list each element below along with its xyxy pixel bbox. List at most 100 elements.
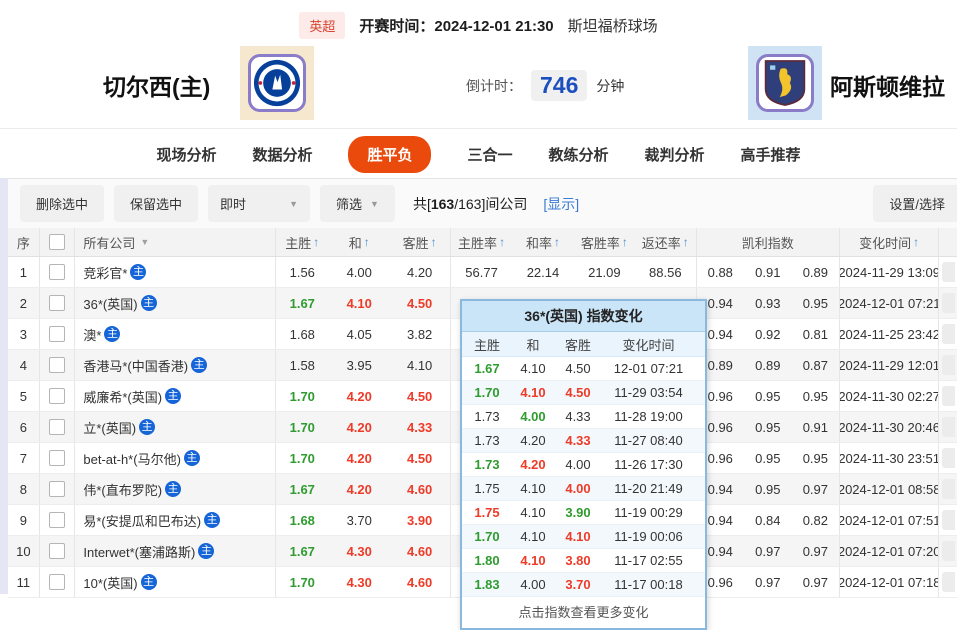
row-action-button[interactable] (942, 355, 956, 375)
popup-odds-cell[interactable]: 4.20 (512, 457, 554, 472)
popup-odds-cell[interactable]: 4.10 (512, 553, 554, 568)
odds-cell[interactable]: 1.68 (276, 505, 329, 535)
row-action-button[interactable] (942, 479, 956, 499)
tab-5[interactable]: 教练分析 (549, 144, 609, 165)
odds-cell[interactable]: 4.30 (329, 536, 389, 566)
tab-6[interactable]: 裁判分析 (645, 144, 705, 165)
column-header-3[interactable]: 所有公司 ▼ (75, 228, 276, 256)
tab-1[interactable]: 现场分析 (156, 144, 216, 165)
row-action-button[interactable] (942, 541, 956, 561)
popup-odds-cell[interactable]: 1.70 (462, 529, 512, 544)
odds-cell[interactable]: 1.68 (276, 319, 329, 349)
column-header-5[interactable]: 和 ↑ (329, 228, 389, 256)
popup-odds-cell[interactable]: 1.73 (462, 433, 512, 448)
column-header-10[interactable]: 返还率 ↑ (635, 228, 697, 256)
row-checkbox[interactable] (49, 326, 66, 342)
row-action-button[interactable] (942, 448, 956, 468)
company-cell[interactable]: Interwet*(塞浦路斯) 主 (75, 536, 276, 566)
popup-odds-cell[interactable]: 1.67 (462, 361, 512, 376)
odds-cell[interactable]: 4.60 (389, 536, 451, 566)
company-cell[interactable]: 10*(英国) 主 (75, 567, 276, 597)
odds-cell[interactable]: 4.00 (329, 257, 389, 287)
popup-odds-cell[interactable]: 4.00 (512, 577, 554, 592)
odds-cell[interactable]: 1.70 (276, 443, 329, 473)
popup-odds-cell[interactable]: 4.10 (512, 505, 554, 520)
popup-odds-cell[interactable]: 4.50 (554, 385, 602, 400)
row-action-button[interactable] (942, 572, 956, 592)
row-checkbox[interactable] (49, 264, 66, 280)
column-header-7[interactable]: 主胜率 ↑ (451, 228, 512, 256)
company-cell[interactable]: bet-at-h*(马尔他) 主 (75, 443, 276, 473)
row-action-button[interactable] (942, 324, 956, 344)
select-all-checkbox[interactable] (49, 234, 66, 250)
popup-odds-cell[interactable]: 4.10 (512, 385, 554, 400)
tab-2[interactable]: 数据分析 (252, 144, 312, 165)
popup-odds-cell[interactable]: 1.75 (462, 505, 512, 520)
odds-cell[interactable]: 4.33 (389, 412, 451, 442)
column-header-6[interactable]: 客胜 ↑ (389, 228, 451, 256)
odds-cell[interactable]: 4.60 (389, 474, 451, 504)
odds-cell[interactable]: 3.90 (389, 505, 451, 535)
odds-cell[interactable]: 4.30 (329, 567, 389, 597)
popup-odds-cell[interactable]: 4.00 (554, 481, 602, 496)
popup-odds-cell[interactable]: 4.00 (512, 409, 554, 424)
row-action-button[interactable] (942, 262, 956, 282)
odds-cell[interactable]: 4.20 (389, 257, 451, 287)
instant-dropdown[interactable]: 即时 ▼ (208, 185, 311, 222)
company-cell[interactable]: 威廉希*(英国) 主 (75, 381, 276, 411)
odds-cell[interactable]: 4.50 (389, 381, 451, 411)
popup-odds-cell[interactable]: 1.83 (462, 577, 512, 592)
row-checkbox[interactable] (49, 388, 66, 404)
column-header-12[interactable]: 变化时间 ↑ (840, 228, 940, 256)
odds-cell[interactable]: 4.20 (329, 381, 389, 411)
company-cell[interactable]: 易*(安提瓜和巴布达) 主 (75, 505, 276, 535)
popup-odds-cell[interactable]: 1.70 (462, 385, 512, 400)
popup-odds-cell[interactable]: 1.73 (462, 457, 512, 472)
tab-4[interactable]: 三合一 (467, 144, 512, 165)
keep-selected-button[interactable]: 保留选中 (114, 185, 199, 222)
row-checkbox[interactable] (49, 419, 66, 435)
row-action-button[interactable] (942, 293, 956, 313)
company-cell[interactable]: 伟*(直布罗陀) 主 (75, 474, 276, 504)
delete-selected-button[interactable]: 删除选中 (20, 185, 105, 222)
odds-cell[interactable]: 4.10 (329, 288, 389, 318)
odds-cell[interactable]: 4.20 (329, 412, 389, 442)
company-cell[interactable]: 36*(英国) 主 (75, 288, 276, 318)
row-action-button[interactable] (942, 386, 956, 406)
odds-cell[interactable]: 4.50 (389, 443, 451, 473)
row-checkbox[interactable] (49, 512, 66, 528)
company-cell[interactable]: 竞彩官* 主 (75, 257, 276, 287)
tab-7[interactable]: 高手推荐 (741, 144, 801, 165)
odds-cell[interactable]: 4.05 (329, 319, 389, 349)
company-cell[interactable]: 香港马*(中国香港) 主 (75, 350, 276, 380)
odds-cell[interactable]: 1.70 (276, 567, 329, 597)
odds-cell[interactable]: 3.95 (329, 350, 389, 380)
popup-odds-cell[interactable]: 4.10 (512, 481, 554, 496)
popup-odds-cell[interactable]: 1.73 (462, 409, 512, 424)
column-header-2[interactable] (40, 228, 76, 256)
row-checkbox[interactable] (49, 481, 66, 497)
odds-cell[interactable]: 1.67 (276, 474, 329, 504)
odds-cell[interactable]: 1.67 (276, 288, 329, 318)
popup-odds-cell[interactable]: 4.20 (512, 433, 554, 448)
column-header-4[interactable]: 主胜 ↑ (276, 228, 329, 256)
odds-cell[interactable]: 4.10 (389, 350, 451, 380)
popup-odds-cell[interactable]: 1.75 (462, 481, 512, 496)
popup-odds-cell[interactable]: 4.33 (554, 409, 602, 424)
odds-cell[interactable]: 4.50 (389, 288, 451, 318)
row-checkbox[interactable] (49, 450, 66, 466)
row-action-button[interactable] (942, 510, 956, 530)
show-link[interactable]: [显示] (543, 194, 579, 214)
popup-odds-cell[interactable]: 4.00 (554, 457, 602, 472)
odds-cell[interactable]: 1.58 (276, 350, 329, 380)
company-cell[interactable]: 立*(英国) 主 (75, 412, 276, 442)
odds-cell[interactable]: 3.82 (389, 319, 451, 349)
odds-cell[interactable]: 4.60 (389, 567, 451, 597)
column-header-8[interactable]: 和率 ↑ (512, 228, 573, 256)
popup-odds-cell[interactable]: 3.80 (554, 553, 602, 568)
company-cell[interactable]: 澳* 主 (75, 319, 276, 349)
settings-button[interactable]: 设置/选择 (873, 185, 957, 222)
popup-odds-cell[interactable]: 3.70 (554, 577, 602, 592)
row-checkbox[interactable] (49, 295, 66, 311)
filter-dropdown[interactable]: 筛选 ▼ (320, 185, 395, 222)
